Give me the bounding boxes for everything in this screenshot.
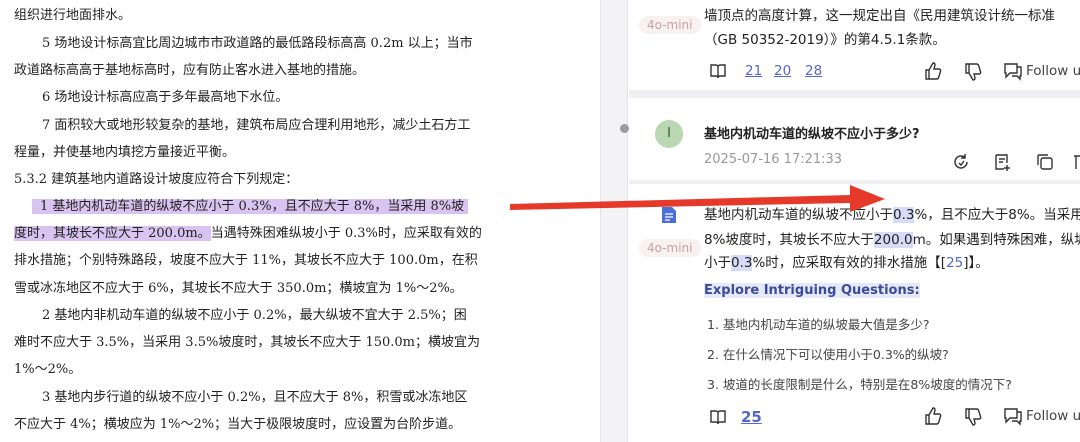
- doc-line: 程量，并使基地内填挖方量接近平衡。: [14, 145, 236, 160]
- thumbs-up-icon[interactable]: [923, 61, 943, 81]
- answer-text: 墙顶点的高度计算，这一规定出自《民用建筑设计统一标准: [704, 8, 1055, 24]
- source-document: 组织进行地面排水。 5 场地设计标高宜比周边城市市政道路的最低路段标高高 0.2…: [0, 0, 600, 442]
- user-avatar: I: [655, 120, 683, 148]
- copy-icon[interactable]: [1035, 152, 1055, 172]
- doc-line-highlighted: 1 基地内机动车道的纵坡不应小于 0.3%，且不应大于 8%，当采用 8%坡: [32, 197, 469, 217]
- delete-icon[interactable]: [1072, 152, 1080, 172]
- suggested-question[interactable]: 2. 在什么情况下可以使用小于0.3%的纵坡?: [707, 344, 949, 363]
- question-text: 基地内机动车道的纵坡不应小于多少?: [704, 127, 920, 142]
- doc-line: 5.3.2 建筑基地内道路设计坡度应符合下列规定：: [14, 172, 299, 187]
- thumbs-down-icon[interactable]: [963, 62, 983, 82]
- doc-line: 政道路标高高于基地标高时，应有防止客水进入基地的措施。: [14, 63, 366, 78]
- doc-line: 6 场地设计标高应高于多年最高地下水位。: [42, 90, 289, 105]
- follow-up-button[interactable]: Follow u: [1026, 408, 1080, 424]
- model-badge: 4o-mini: [639, 16, 701, 34]
- answer-text: 8%坡度时，其坡长不应大于200.0m。如果遇到特殊困难，纵坡: [704, 232, 1080, 248]
- follow-up-icon[interactable]: [1003, 61, 1023, 81]
- doc-line: 难时不应大于 3.5%，当采用 3.5%坡度时，其坡长不应大于 150.0m；横…: [14, 335, 480, 350]
- thumbs-up-icon[interactable]: [923, 406, 943, 426]
- reference-link[interactable]: 21: [745, 63, 762, 79]
- follow-up-icon[interactable]: [1003, 406, 1023, 426]
- doc-line: 雪或冰冻地区不应大于 6%，其坡长不应大于 350.0m；横坡宜为 1%～2%。: [14, 281, 463, 296]
- answer-text: 基地内机动车道的纵坡不应小于0.3%，且不应大于8%。当采用: [704, 207, 1080, 223]
- doc-line: 3 基地内步行道的纵坡不应小于 0.2%，且不应大于 8%，积雪或冰冻地区: [42, 390, 468, 405]
- doc-line: 不应大于 4%；横坡应为 1%～2%；当大于极限坡度时，应设置为台阶步道。: [14, 417, 462, 432]
- chat-panel: 4o-mini 墙顶点的高度计算，这一规定出自《民用建筑设计统一标准 （GB 5…: [629, 0, 1080, 442]
- follow-up-button[interactable]: Follow u: [1026, 63, 1080, 79]
- doc-line: 排水措施；个别特殊路段，坡度不应大于 11%，其坡长不应大于 100.0m，在积: [14, 253, 478, 268]
- card-separator: [629, 90, 1080, 98]
- citation-link[interactable]: 25: [946, 255, 963, 271]
- model-badge: 4o-mini: [639, 239, 701, 257]
- doc-line: 7 面积较大或地形较复杂的基地，建筑布局应合理利用地形，减少土石方工: [42, 118, 471, 133]
- document-icon: [662, 207, 676, 223]
- reference-link[interactable]: 20: [774, 63, 791, 79]
- reference-link[interactable]: 25: [741, 408, 762, 426]
- edit-note-icon[interactable]: [993, 152, 1013, 172]
- doc-line: 1%～2%。: [14, 362, 82, 377]
- panel-divider[interactable]: [600, 0, 628, 442]
- scroll-handle[interactable]: [620, 124, 629, 133]
- answer-text: 小于0.3%时，应采取有效的排水措施【[25]】。: [704, 255, 989, 271]
- explore-heading: Explore Intriguing Questions:: [704, 283, 920, 298]
- suggested-question[interactable]: 1. 基地内机动车道的纵坡最大值是多少?: [707, 314, 930, 333]
- question-timestamp: 2025-07-16 17:21:33: [704, 152, 843, 167]
- card-separator: [629, 180, 1080, 184]
- doc-line: 组织进行地面排水。: [14, 8, 132, 23]
- reference-link[interactable]: 28: [805, 63, 822, 79]
- book-icon[interactable]: [709, 62, 727, 80]
- doc-line: 5 场地设计标高宜比周边城市市政道路的最低路段标高高 0.2m 以上；当市: [42, 36, 473, 51]
- thumbs-down-icon[interactable]: [963, 407, 983, 427]
- doc-line: 2 基地内非机动车道的纵坡不应小于 0.2%，最大纵坡不宜大于 2.5%；困: [42, 308, 467, 323]
- book-icon[interactable]: [709, 408, 727, 426]
- retry-icon[interactable]: [951, 152, 971, 172]
- answer-text: （GB 50352-2019）》的第4.5.1条款。: [704, 32, 946, 48]
- suggested-question[interactable]: 3. 坡道的长度限制是什么，特别是在8%坡度的情况下?: [707, 374, 1012, 393]
- doc-line: 度时，其坡长不应大于 200.0m。当遇特殊困难纵坡小于 0.3%时，应采取有效…: [14, 226, 482, 241]
